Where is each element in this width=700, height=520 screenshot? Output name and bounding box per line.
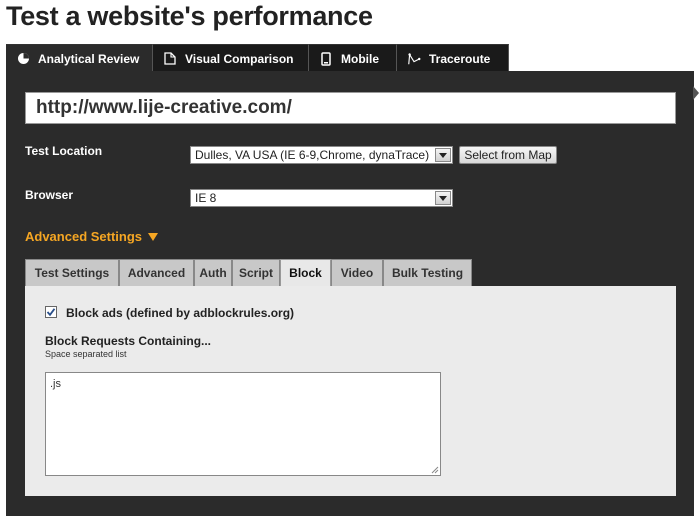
tab-label: Traceroute <box>429 51 491 66</box>
document-icon <box>163 52 177 66</box>
sub-tabs: Test Settings Advanced Auth Script Block… <box>25 259 472 286</box>
tab-visual-comparison[interactable]: Visual Comparison <box>153 44 309 72</box>
block-requests-textarea[interactable]: .js <box>45 372 441 476</box>
traceroute-icon <box>407 52 421 66</box>
test-location-value: Dulles, VA USA (IE 6-9,Chrome, dynaTrace… <box>195 148 430 162</box>
checkmark-icon <box>46 308 56 317</box>
block-ads-label: Block ads (defined by adblockrules.org) <box>66 306 295 320</box>
chevron-down-icon[interactable] <box>435 191 451 205</box>
chevron-down-icon[interactable] <box>435 148 451 162</box>
browser-select[interactable]: IE 8 <box>190 189 453 207</box>
browser-label: Browser <box>25 188 74 202</box>
block-requests-title: Block Requests Containing... <box>45 334 212 348</box>
main-tabs: Analytical Review Visual Comparison Mobi… <box>6 44 509 72</box>
tab-label: Analytical Review <box>38 51 140 66</box>
advanced-settings-toggle[interactable]: Advanced Settings <box>25 229 159 244</box>
tab-label: Visual Comparison <box>185 51 294 66</box>
resize-grip-icon[interactable] <box>431 466 439 474</box>
triangle-down-icon <box>148 232 159 241</box>
page-title: Test a website's performance <box>6 1 373 31</box>
tab-block[interactable]: Block <box>280 259 331 286</box>
tab-analytical-review[interactable]: Analytical Review <box>6 44 153 72</box>
tab-advanced[interactable]: Advanced <box>119 259 194 286</box>
chart-icon <box>16 52 30 66</box>
block-ads-checkbox[interactable] <box>45 306 57 318</box>
block-requests-hint: Space separated list <box>45 349 127 359</box>
tab-auth[interactable]: Auth <box>194 259 232 286</box>
block-requests-value: .js <box>50 378 61 390</box>
tab-script[interactable]: Script <box>232 259 280 286</box>
tab-bulk-testing[interactable]: Bulk Testing <box>383 259 472 286</box>
url-input[interactable]: http://www.lije-creative.com/ <box>25 92 676 124</box>
tab-video[interactable]: Video <box>331 259 383 286</box>
tab-test-settings[interactable]: Test Settings <box>25 259 119 286</box>
test-location-label: Test Location <box>25 144 103 158</box>
tab-mobile[interactable]: Mobile <box>309 44 397 72</box>
select-from-map-button[interactable]: Select from Map <box>459 146 557 164</box>
advanced-settings-label: Advanced Settings <box>25 229 143 244</box>
mobile-icon <box>319 51 333 66</box>
browser-value: IE 8 <box>195 191 217 205</box>
test-location-select[interactable]: Dulles, VA USA (IE 6-9,Chrome, dynaTrace… <box>190 146 453 164</box>
tab-label: Mobile <box>341 51 379 66</box>
tab-traceroute[interactable]: Traceroute <box>397 44 509 72</box>
panel-corner-arrow <box>693 86 699 100</box>
